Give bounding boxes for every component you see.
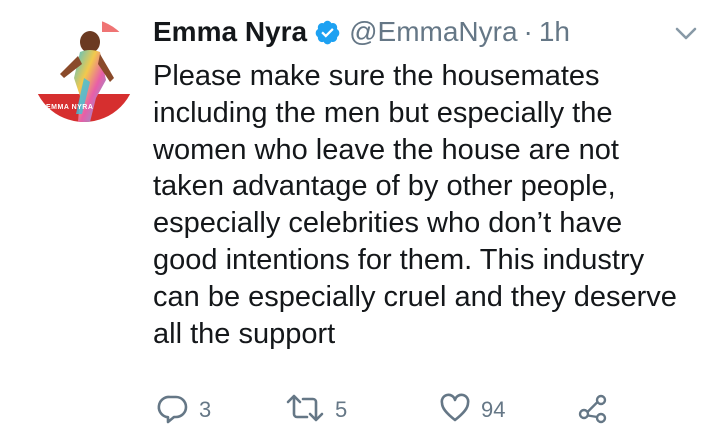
avatar-label: EMMA NYRA — [46, 104, 94, 111]
retweet-button[interactable]: 5 — [285, 392, 347, 428]
heart-icon — [439, 393, 471, 428]
reply-icon — [157, 392, 189, 429]
tweet-actions: 3 5 94 — [153, 392, 693, 428]
reply-button[interactable]: 3 — [157, 392, 211, 428]
display-name[interactable]: Emma Nyra — [153, 16, 307, 48]
like-count: 94 — [481, 397, 506, 422]
author-handle[interactable]: @EmmaNyra — [349, 16, 517, 48]
tweet-text-line: including the men but especially the — [153, 96, 613, 129]
timestamp[interactable]: 1h — [539, 16, 570, 48]
retweet-count: 5 — [335, 397, 348, 422]
chevron-down-icon[interactable] — [674, 24, 698, 44]
tweet-text-line: especially celebrities who don’t have — [153, 207, 623, 240]
share-button[interactable] — [577, 392, 609, 428]
tweet-header: Emma Nyra @EmmaNyra · 1h — [153, 10, 570, 54]
verified-badge-icon — [314, 19, 341, 46]
reply-count: 3 — [199, 397, 212, 422]
tweet-text-line: women who leave the house are not — [153, 133, 619, 166]
tweet-text: Please make sure the housemates includin… — [153, 58, 713, 352]
avatar[interactable]: EMMA NYRA — [32, 18, 136, 122]
separator-dot: · — [523, 16, 533, 47]
like-button[interactable]: 94 — [439, 392, 505, 428]
retweet-icon — [285, 393, 325, 428]
share-icon — [577, 392, 609, 429]
tweet-text-line: can be especially cruel and they deserve — [153, 280, 677, 313]
tweet: EMMA NYRA Emma Nyra @EmmaNyra · 1h Pleas… — [0, 0, 720, 424]
tweet-text-line: Please make sure the housemates — [153, 60, 600, 92]
tweet-text-line: all the support — [153, 317, 336, 350]
tweet-text-line: good intentions for them. This industry — [153, 243, 645, 276]
tweet-text-line: taken advantage of by other people, — [153, 170, 616, 203]
